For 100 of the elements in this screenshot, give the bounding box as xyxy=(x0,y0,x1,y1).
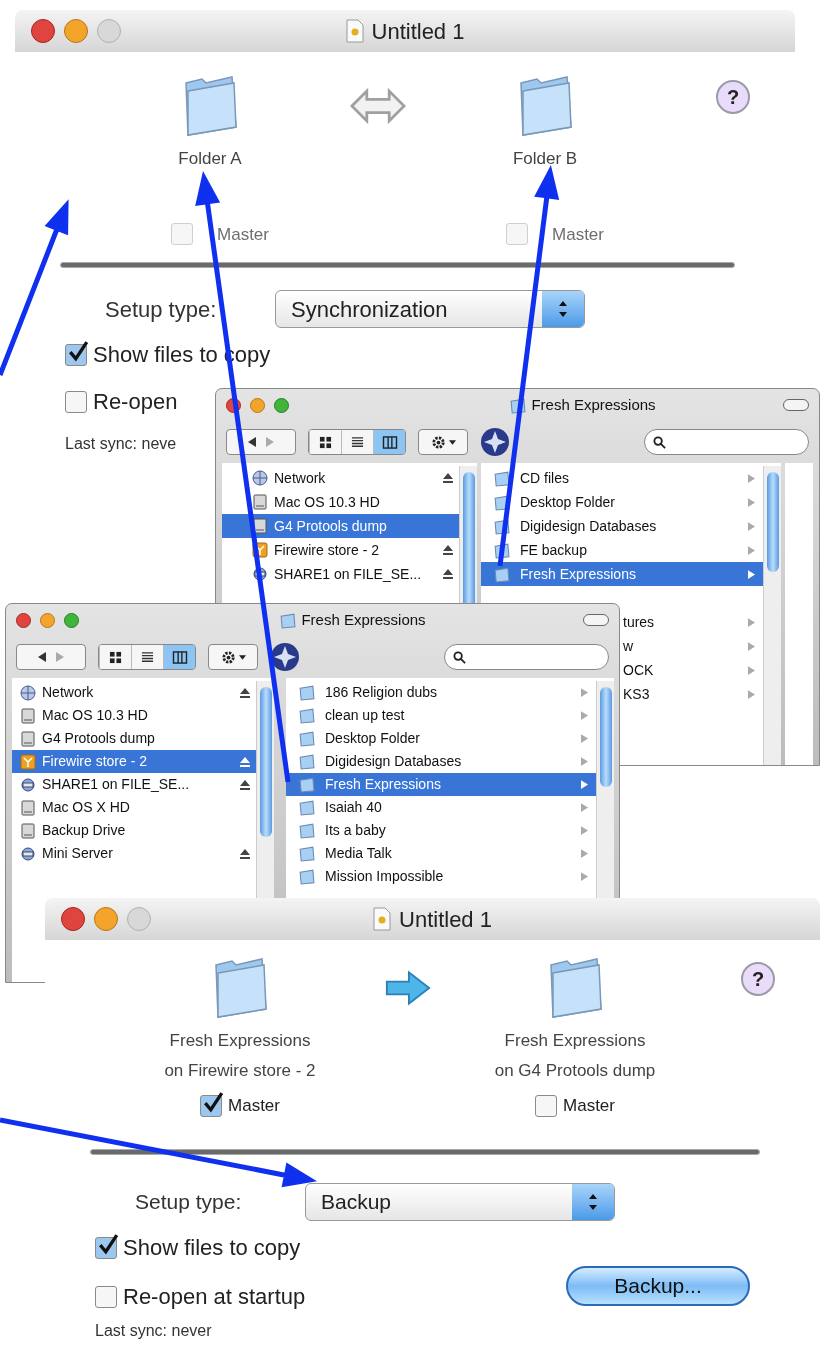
disclosure-triangle-icon xyxy=(748,545,755,555)
back-forward-control[interactable] xyxy=(16,644,86,670)
action-menu-button[interactable] xyxy=(418,429,468,455)
folder-row[interactable]: Fresh Expressions xyxy=(481,562,763,586)
globe-icon xyxy=(252,470,268,486)
folder-row[interactable]: Isaiah 40 xyxy=(286,796,596,819)
checkbox[interactable] xyxy=(95,1236,117,1259)
sidebar-item[interactable]: Mac OS 10.3 HD xyxy=(222,490,459,514)
back-forward-control[interactable] xyxy=(226,429,296,455)
disclosure-triangle-icon xyxy=(748,497,755,507)
caret-icon xyxy=(238,654,246,660)
gear-icon xyxy=(430,434,446,450)
last-sync-text: Last sync: neve xyxy=(65,434,177,454)
right-arrow-icon xyxy=(384,968,431,1008)
folder-icon xyxy=(493,565,510,583)
search-field[interactable] xyxy=(644,429,809,455)
view-mode-button[interactable] xyxy=(163,645,195,669)
toolbar-button[interactable] xyxy=(783,399,809,411)
eject-icon[interactable] xyxy=(442,472,454,484)
backup-button[interactable]: Backup... xyxy=(566,1266,750,1306)
column-view-icon xyxy=(171,650,188,664)
checkbox-label: Master xyxy=(563,1095,615,1117)
checkbox[interactable] xyxy=(95,1285,117,1308)
folder-icon xyxy=(298,707,315,724)
search-icon xyxy=(653,435,666,449)
view-mode-button[interactable] xyxy=(99,645,131,669)
action-menu-button[interactable] xyxy=(208,644,258,670)
folder-row[interactable]: 186 Religion dubs xyxy=(286,681,596,704)
search-icon xyxy=(453,650,466,664)
folder-row[interactable]: Mission Impossible xyxy=(286,865,596,888)
folder-icon xyxy=(493,469,510,487)
folder-row[interactable]: Digidesign Databases xyxy=(286,750,596,773)
sidebar-item[interactable]: Mac OS X HD xyxy=(12,796,256,819)
close-light[interactable] xyxy=(61,907,85,931)
folder-label: Fresh Expressions xyxy=(504,1030,646,1052)
folder-row-text: KS3 xyxy=(623,684,651,704)
toolbar-button[interactable] xyxy=(583,614,609,626)
checkbox[interactable] xyxy=(65,390,87,413)
disclosure-triangle-icon xyxy=(748,641,755,651)
sidebar-item[interactable]: G4 Protools dump xyxy=(222,514,459,538)
sidebar-item[interactable]: SHARE1 on FILE_SE... xyxy=(12,773,256,796)
sidebar-item[interactable]: Firewire store - 2 xyxy=(12,750,256,773)
eject-icon[interactable] xyxy=(239,686,251,699)
folder-label: Folder B xyxy=(512,148,578,170)
checkmark-icon xyxy=(67,339,89,362)
gear-icon xyxy=(220,649,236,665)
sidebar-item[interactable]: Network xyxy=(222,466,459,490)
minimize-light[interactable] xyxy=(94,907,118,931)
folder-row[interactable]: Fresh Expressions xyxy=(286,773,596,796)
disclosure-triangle-icon xyxy=(581,872,588,881)
sidebar-item[interactable]: Mac OS 10.3 HD xyxy=(12,704,256,727)
eject-icon[interactable] xyxy=(239,755,251,768)
search-field[interactable] xyxy=(444,644,609,670)
last-sync-text: Last sync: never xyxy=(95,1321,212,1341)
caret-icon xyxy=(448,439,456,445)
setup-type-popup[interactable]: Synchronization xyxy=(275,290,585,328)
eject-icon[interactable] xyxy=(442,568,454,580)
zoom-light[interactable] xyxy=(274,397,289,413)
checkbox[interactable] xyxy=(65,343,87,366)
folder-icon xyxy=(298,684,315,701)
disclosure-triangle-icon xyxy=(748,473,755,483)
eject-icon[interactable] xyxy=(239,847,251,860)
sidebar-item[interactable]: G4 Protools dump xyxy=(12,727,256,750)
disclosure-triangle-icon xyxy=(581,803,588,812)
sidebar-item[interactable]: Network xyxy=(12,681,256,704)
folder-row[interactable]: CD files xyxy=(481,466,763,490)
view-mode-button[interactable] xyxy=(341,430,373,454)
view-mode-button[interactable] xyxy=(131,645,163,669)
setup-type-popup[interactable]: Backup xyxy=(305,1183,615,1221)
folder-row[interactable]: clean up test xyxy=(286,704,596,727)
stepper-arrows-icon xyxy=(588,1193,598,1211)
checkbox[interactable] xyxy=(200,1094,222,1117)
list-view-icon xyxy=(141,650,154,664)
folder-row-text: OCK xyxy=(623,660,655,680)
document-icon xyxy=(345,19,364,43)
help-button[interactable]: ? xyxy=(741,962,775,996)
checkbox[interactable] xyxy=(535,1094,557,1117)
close-light[interactable] xyxy=(16,612,31,628)
checkmark-icon xyxy=(202,1090,224,1113)
close-light[interactable] xyxy=(31,19,55,43)
disclosure-triangle-icon xyxy=(748,665,755,675)
eject-icon[interactable] xyxy=(442,544,454,556)
folder-row[interactable]: Media Talk xyxy=(286,842,596,865)
folder-row[interactable]: Desktop Folder xyxy=(286,727,596,750)
scroll-bar[interactable] xyxy=(763,466,781,765)
disclosure-triangle-icon xyxy=(581,780,588,789)
disclosure-triangle-icon xyxy=(581,688,588,697)
checkbox-label: Master xyxy=(552,223,604,246)
eject-icon[interactable] xyxy=(239,778,251,791)
sidebar-item[interactable]: Mini Server xyxy=(12,842,256,865)
folder-icon xyxy=(279,611,297,629)
zoom-light[interactable] xyxy=(64,612,79,628)
hard-drive-icon xyxy=(252,518,268,534)
sidebar-item[interactable]: Backup Drive xyxy=(12,819,256,842)
left-triangle-icon xyxy=(248,437,256,447)
help-button[interactable]: ? xyxy=(716,80,750,114)
view-mode-button[interactable] xyxy=(373,430,405,454)
minimize-light[interactable] xyxy=(64,19,88,43)
view-mode-button[interactable] xyxy=(309,430,341,454)
folder-row[interactable]: Its a baby xyxy=(286,819,596,842)
